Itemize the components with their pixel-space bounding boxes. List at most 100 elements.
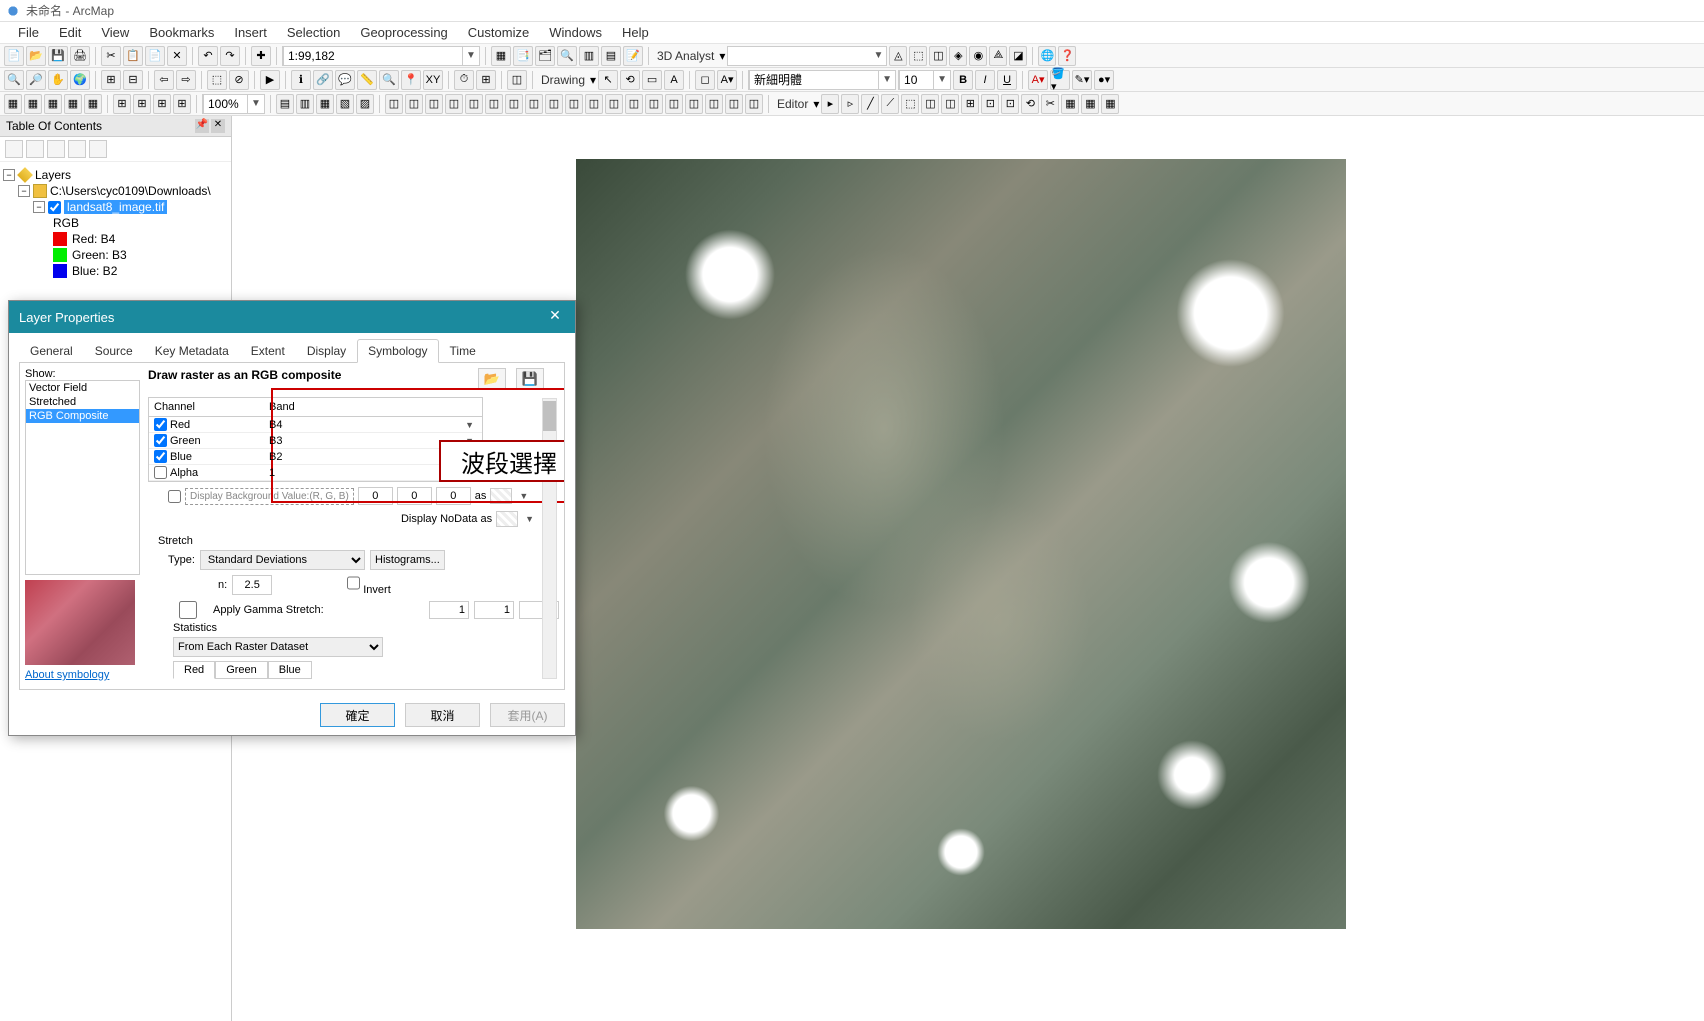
bold-button[interactable]: B (953, 70, 973, 90)
text-button[interactable]: A (664, 70, 684, 90)
gamma-checkbox[interactable] (168, 601, 208, 619)
georef-11[interactable]: ◫ (585, 94, 603, 114)
cut-button[interactable]: ✂ (101, 46, 121, 66)
open-button[interactable]: 📂 (26, 46, 46, 66)
bg-checkbox[interactable] (168, 490, 181, 503)
edit-tool-8[interactable]: ⊞ (961, 94, 979, 114)
scale-dropdown-arrow-icon[interactable]: ▼ (463, 50, 479, 61)
edit-tool-12[interactable]: ✂ (1041, 94, 1059, 114)
georef-14[interactable]: ◫ (645, 94, 663, 114)
scrollbar-thumb[interactable] (543, 401, 556, 431)
hyperlink-button[interactable]: 🔗 (313, 70, 333, 90)
menu-windows[interactable]: Windows (539, 22, 612, 43)
menu-view[interactable]: View (91, 22, 139, 43)
pointer-button[interactable]: ↖ (598, 70, 618, 90)
font-color-button[interactable]: A▾ (1028, 70, 1048, 90)
help-icon[interactable]: ❓ (1058, 46, 1076, 66)
tool-3[interactable]: ◫ (929, 46, 947, 66)
save-symbology-icon[interactable]: 💾 (516, 368, 544, 390)
menu-help[interactable]: Help (612, 22, 659, 43)
swipe-button[interactable]: ◫ (507, 70, 527, 90)
ok-button[interactable]: 確定 (320, 703, 395, 727)
georef-17[interactable]: ◫ (705, 94, 723, 114)
tool-2[interactable]: ⬚ (909, 46, 927, 66)
prev-extent-button[interactable]: ⇦ (154, 70, 174, 90)
bg-color-swatch[interactable] (490, 488, 512, 504)
georef-7[interactable]: ◫ (505, 94, 523, 114)
cancel-button[interactable]: 取消 (405, 703, 480, 727)
create-viewer-button[interactable]: ⊞ (476, 70, 496, 90)
apply-button[interactable]: 套用(A) (490, 703, 565, 727)
georef-15[interactable]: ◫ (665, 94, 683, 114)
georef-16[interactable]: ◫ (685, 94, 703, 114)
globe-icon[interactable]: 🌐 (1038, 46, 1056, 66)
font-input[interactable] (749, 70, 879, 90)
catalog-button[interactable]: 🗂 (535, 46, 555, 66)
edit-tool-10[interactable]: ⊡ (1001, 94, 1019, 114)
editor-dropdown-icon[interactable]: ▾ (813, 97, 819, 111)
arcpy-button[interactable]: ▥ (579, 46, 599, 66)
stats-tab-red[interactable]: Red (173, 661, 215, 679)
tree-layer[interactable]: − landsat8_image.tif (3, 199, 228, 215)
clear-selection-button[interactable]: ⊘ (229, 70, 249, 90)
toc-list-by-vis-button[interactable] (47, 140, 65, 158)
georef-6[interactable]: ◫ (485, 94, 503, 114)
bg-g-input[interactable] (397, 487, 432, 505)
zoom-out-button[interactable]: 🔎 (26, 70, 46, 90)
nodata-color-swatch[interactable] (496, 511, 518, 527)
toc-list-by-source-button[interactable] (26, 140, 44, 158)
underline-button[interactable]: U (997, 70, 1017, 90)
toc-close-icon[interactable]: ✕ (211, 119, 225, 133)
edit-tool-5[interactable]: ⬚ (901, 94, 919, 114)
histograms-button[interactable]: Histograms... (370, 550, 445, 570)
georef-18[interactable]: ◫ (725, 94, 743, 114)
menu-customize[interactable]: Customize (458, 22, 539, 43)
dialog-close-icon[interactable]: ✕ (545, 307, 565, 327)
toc-options-button[interactable] (89, 140, 107, 158)
menu-edit[interactable]: Edit (49, 22, 91, 43)
fill-color-button[interactable]: 🪣▾ (1050, 70, 1070, 90)
redo-button[interactable]: ↷ (220, 46, 240, 66)
find-route-button[interactable]: 📍 (401, 70, 421, 90)
toc-list-by-sel-button[interactable] (68, 140, 86, 158)
edit-tool-15[interactable]: ▦ (1101, 94, 1119, 114)
tab-source[interactable]: Source (84, 339, 144, 363)
size-dropdown-icon[interactable]: ▼ (934, 74, 950, 85)
edit-tool-3[interactable]: ╱ (861, 94, 879, 114)
georef-3[interactable]: ◫ (425, 94, 443, 114)
red-band-dropdown-icon[interactable]: ▼ (462, 420, 477, 430)
layer-visibility-checkbox[interactable] (48, 201, 61, 214)
tab-general[interactable]: General (19, 339, 84, 363)
rect-button[interactable]: ▭ (642, 70, 662, 90)
analyst-dropdown-icon[interactable]: ▾ (719, 49, 725, 63)
toc-list-by-draw-button[interactable] (5, 140, 23, 158)
tool-5[interactable]: ◉ (969, 46, 987, 66)
layout-tool-a[interactable]: ▤ (276, 94, 294, 114)
layout-tool-5[interactable]: ▦ (84, 94, 102, 114)
undo-button[interactable]: ↶ (198, 46, 218, 66)
stretch-type-select[interactable]: Standard Deviations (200, 550, 365, 570)
layout-tool-4[interactable]: ▦ (64, 94, 82, 114)
size-input[interactable] (899, 70, 934, 90)
georef-13[interactable]: ◫ (625, 94, 643, 114)
layout-tool-b[interactable]: ▥ (296, 94, 314, 114)
show-rgb-composite[interactable]: RGB Composite (26, 409, 139, 423)
select-elements-button[interactable]: ▶ (260, 70, 280, 90)
layer-name[interactable]: landsat8_image.tif (64, 200, 167, 214)
find-button[interactable]: 🔍 (379, 70, 399, 90)
layout-tool-7[interactable]: ⊞ (133, 94, 151, 114)
red-checkbox[interactable] (154, 418, 167, 431)
show-list[interactable]: Vector Field Stretched RGB Composite (25, 380, 140, 575)
scale-input[interactable] (283, 46, 463, 66)
gamma-r-input[interactable] (429, 601, 469, 619)
line-color-button[interactable]: ✎▾ (1072, 70, 1092, 90)
tool-6[interactable]: ⟁ (989, 46, 1007, 66)
n-input[interactable] (232, 575, 272, 595)
italic-button[interactable]: I (975, 70, 995, 90)
font-button[interactable]: A▾ (717, 70, 737, 90)
tool-7[interactable]: ◪ (1009, 46, 1027, 66)
georef-12[interactable]: ◫ (605, 94, 623, 114)
tab-keymeta[interactable]: Key Metadata (144, 339, 240, 363)
blue-checkbox[interactable] (154, 450, 167, 463)
georef-5[interactable]: ◫ (465, 94, 483, 114)
